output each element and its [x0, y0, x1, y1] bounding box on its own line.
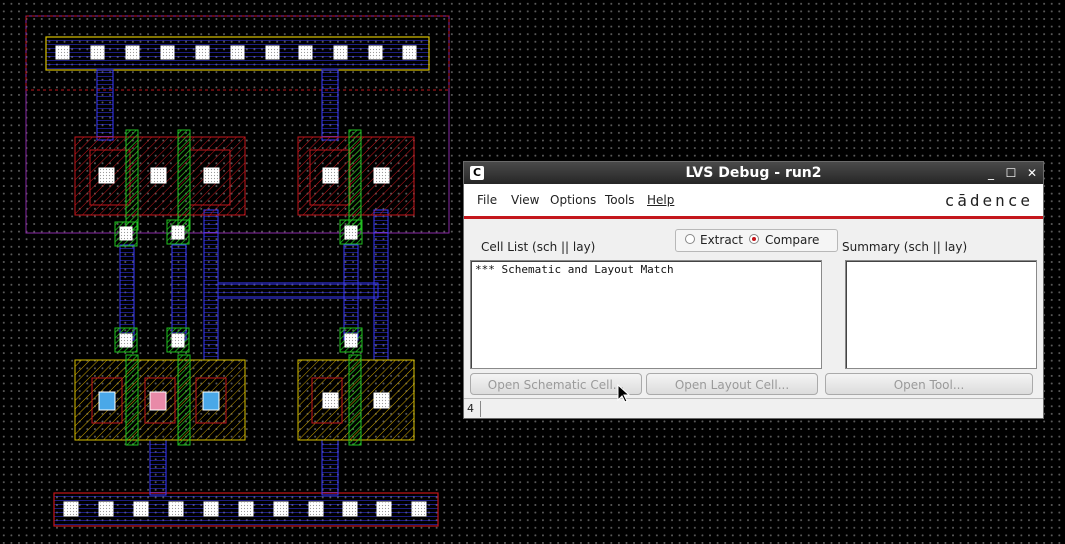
open-layout-cell-button[interactable]: Open Layout Cell...	[646, 373, 818, 395]
status-number: 4	[467, 402, 474, 415]
menu-help[interactable]: Help	[647, 193, 674, 207]
menu-view[interactable]: View	[511, 193, 539, 207]
menu-bar: File View Options Tools Help cādence	[464, 184, 1043, 219]
status-bar: 4	[464, 398, 1043, 419]
compare-radio-label[interactable]: Compare	[765, 233, 819, 247]
menu-options[interactable]: Options	[550, 193, 596, 207]
lvs-debug-dialog: C LVS Debug - run2 _ ☐ ✕ File View Optio…	[463, 161, 1044, 419]
summary-label: Summary (sch || lay)	[842, 240, 968, 254]
extract-radio[interactable]	[685, 234, 695, 244]
compare-radio[interactable]	[749, 234, 759, 244]
extract-radio-label[interactable]: Extract	[700, 233, 743, 247]
close-icon[interactable]: ✕	[1024, 165, 1040, 181]
cell-list-item[interactable]: *** Schematic and Layout Match	[475, 263, 674, 276]
mode-radio-group: Extract Compare	[675, 229, 838, 252]
nmos-right	[297, 354, 415, 446]
maximize-icon[interactable]: ☐	[1003, 165, 1019, 181]
cell-list-box[interactable]: *** Schematic and Layout Match	[470, 260, 822, 369]
dialog-title: LVS Debug - run2	[685, 165, 822, 181]
cell-list-label: Cell List (sch || lay)	[481, 240, 596, 254]
pmos-left	[74, 129, 246, 231]
minimize-icon[interactable]: _	[983, 165, 999, 181]
menu-tools[interactable]: Tools	[605, 193, 635, 207]
pmos-right	[297, 129, 415, 231]
open-tool-button[interactable]: Open Tool...	[825, 373, 1033, 395]
nmos-left	[74, 354, 246, 446]
cadence-logo: cādence	[944, 191, 1033, 210]
summary-box[interactable]	[845, 260, 1037, 369]
status-separator	[480, 401, 481, 417]
mouse-pointer-icon	[617, 384, 631, 403]
dialog-titlebar[interactable]: C LVS Debug - run2 _ ☐ ✕	[464, 162, 1043, 184]
status-message	[482, 401, 1042, 417]
menu-file[interactable]: File	[477, 193, 497, 207]
